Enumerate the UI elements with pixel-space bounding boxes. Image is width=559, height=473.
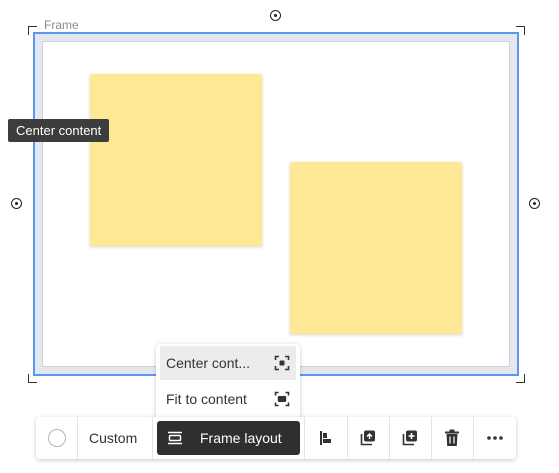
toolbar-divider [77, 417, 78, 459]
bring-to-front-icon [359, 429, 377, 447]
frame-layout-label: Frame layout [200, 430, 282, 446]
menu-item-fit-to-content[interactable]: Fit to content [160, 382, 296, 416]
align-icon [318, 430, 334, 446]
context-toolbar: Custom Frame layout [36, 417, 516, 459]
canvas[interactable]: Frame Center content Center cont... Fit … [0, 0, 559, 473]
more-options-button[interactable] [480, 422, 510, 454]
duplicate-icon [401, 429, 419, 447]
trash-icon [444, 429, 460, 447]
toolbar-divider [431, 417, 432, 459]
menu-item-label: Fit to content [166, 391, 247, 407]
sticky-note[interactable] [290, 162, 462, 334]
sticky-note[interactable] [90, 74, 262, 246]
delete-button[interactable] [437, 422, 467, 454]
resize-handle-left[interactable] [11, 198, 22, 209]
menu-item-center-content[interactable]: Center cont... [160, 346, 296, 380]
toolbar-divider [152, 417, 153, 459]
menu-item-label: Center cont... [166, 355, 251, 371]
fit-to-content-icon [274, 391, 290, 407]
frame-label: Frame [44, 18, 79, 32]
align-button[interactable] [311, 422, 341, 454]
toolbar-divider [347, 417, 348, 459]
toolbar-divider [304, 417, 305, 459]
color-swatch-button[interactable] [48, 429, 66, 447]
frame-size-dropdown[interactable]: Custom [89, 417, 137, 459]
frame-layout-button[interactable]: Frame layout [157, 421, 300, 455]
duplicate-button[interactable] [395, 422, 425, 454]
more-icon [487, 436, 503, 440]
resize-handle-top[interactable] [270, 10, 281, 21]
frame-layout-icon [167, 430, 183, 446]
tooltip: Center content [8, 119, 110, 142]
frame-layout-menu: Center cont... Fit to content [156, 344, 300, 420]
toolbar-divider [473, 417, 474, 459]
toolbar-divider [389, 417, 390, 459]
bring-to-front-button[interactable] [353, 422, 383, 454]
center-content-icon [274, 355, 290, 371]
resize-handle-right[interactable] [529, 198, 540, 209]
